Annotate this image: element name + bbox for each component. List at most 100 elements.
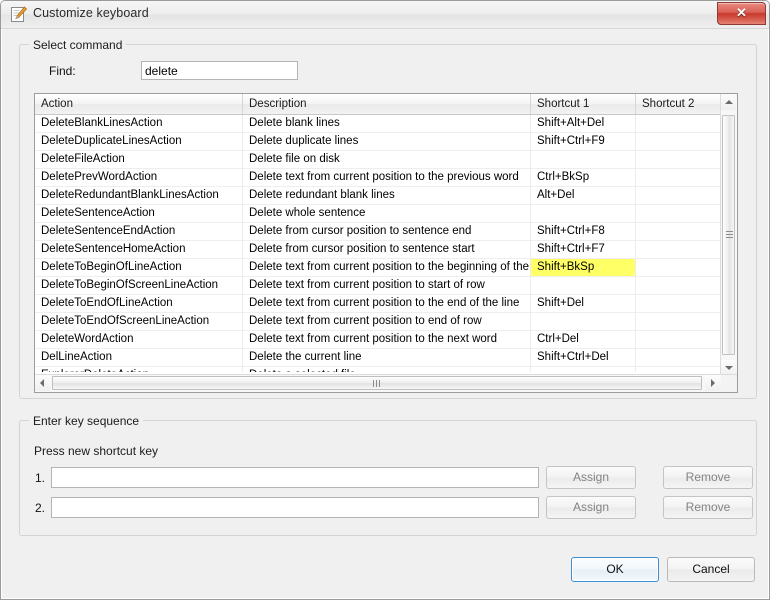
shortcut-2-input[interactable] — [51, 497, 539, 518]
table-row[interactable]: DelLineAction Delete the current line Shif… — [35, 349, 723, 367]
cell-description: Delete text from current position to the… — [243, 331, 531, 348]
remove-button-2[interactable]: Remove — [663, 496, 753, 519]
scroll-up-button[interactable] — [721, 94, 736, 110]
caret-right-icon — [711, 379, 715, 387]
cell-description: Delete text from current position to end… — [243, 313, 531, 330]
assign-button-2[interactable]: Assign — [546, 496, 636, 519]
vertical-scrollbar[interactable] — [720, 94, 737, 376]
customize-keyboard-dialog: Customize keyboard ✕ Select command Find… — [0, 0, 770, 600]
ok-button[interactable]: OK — [571, 557, 659, 582]
select-command-group-label: Select command — [29, 38, 127, 52]
cell-action: DeleteRedundantBlankLinesAction — [35, 187, 243, 204]
cell-action: DeleteToEndOfScreenLineAction — [35, 313, 243, 330]
table-row[interactable]: DeleteFileAction Delete file on disk — [35, 151, 723, 169]
cell-shortcut2 — [636, 205, 723, 222]
cell-description: Delete from cursor position to sentence … — [243, 241, 531, 258]
column-header-description[interactable]: Description — [243, 94, 531, 114]
table-row[interactable]: DeletePrevWordAction Delete text from cur… — [35, 169, 723, 187]
table-row[interactable]: DeleteBlankLinesAction Delete blank lines… — [35, 115, 723, 133]
cell-description: Delete whole sentence — [243, 205, 531, 222]
cell-description: Delete duplicate lines — [243, 133, 531, 150]
edit-note-icon — [10, 6, 28, 23]
cell-shortcut1 — [531, 151, 636, 168]
cell-shortcut1 — [531, 205, 636, 222]
cell-shortcut2 — [636, 241, 723, 258]
title-bar: Customize keyboard ✕ — [1, 1, 769, 29]
cell-shortcut2 — [636, 367, 723, 372]
find-input[interactable] — [141, 61, 298, 80]
cell-shortcut2 — [636, 151, 723, 168]
cell-shortcut1: Ctrl+BkSp — [531, 169, 636, 186]
cell-action: DeleteBlankLinesAction — [35, 115, 243, 132]
remove-button-1[interactable]: Remove — [663, 466, 753, 489]
close-icon: ✕ — [736, 5, 747, 20]
cell-shortcut2 — [636, 331, 723, 348]
table-row[interactable]: DeleteToBeginOfScreenLineAction Delete te… — [35, 277, 723, 295]
table-row[interactable]: DeleteToEndOfScreenLineAction Delete text… — [35, 313, 723, 331]
cell-description: Delete text from current position to sta… — [243, 277, 531, 294]
cell-description: Delete a selected file — [243, 367, 531, 372]
cell-shortcut1: Shift+Ctrl+F8 — [531, 223, 636, 240]
table-row[interactable]: DeleteWordAction Delete text from current… — [35, 331, 723, 349]
table-row[interactable]: DeleteToEndOfLineAction Delete text from … — [35, 295, 723, 313]
assign-button-1[interactable]: Assign — [546, 466, 636, 489]
cell-action: DeleteDuplicateLinesAction — [35, 133, 243, 150]
scroll-right-button[interactable] — [705, 375, 721, 391]
table-row[interactable]: DeleteSentenceEndAction Delete from curso… — [35, 223, 723, 241]
find-label: Find: — [49, 64, 76, 78]
table-row[interactable]: DeleteSentenceAction Delete whole sentenc… — [35, 205, 723, 223]
cell-action: DeleteFileAction — [35, 151, 243, 168]
cell-description: Delete file on disk — [243, 151, 531, 168]
horizontal-scrollbar-thumb[interactable] — [52, 376, 702, 390]
close-button[interactable]: ✕ — [717, 2, 766, 25]
press-new-shortcut-label: Press new shortcut key — [34, 444, 159, 458]
scrollbar-grip-icon — [726, 231, 733, 239]
enter-key-sequence-group-label: Enter key sequence — [29, 414, 144, 428]
cell-shortcut2 — [636, 349, 723, 366]
cell-description: Delete redundant blank lines — [243, 187, 531, 204]
cell-shortcut2 — [636, 187, 723, 204]
cell-shortcut2 — [636, 133, 723, 150]
column-header-action[interactable]: Action — [35, 94, 243, 114]
cell-description: Delete from cursor position to sentence … — [243, 223, 531, 240]
caret-left-icon — [40, 379, 44, 387]
cell-action: DeletePrevWordAction — [35, 169, 243, 186]
cell-action: DelLineAction — [35, 349, 243, 366]
scrollbar-corner — [721, 375, 737, 392]
cell-action: DeleteSentenceHomeAction — [35, 241, 243, 258]
cell-action: ExplorerDeleteAction — [35, 367, 243, 372]
cancel-button[interactable]: Cancel — [667, 557, 755, 582]
scroll-left-button[interactable] — [35, 375, 51, 391]
table-row[interactable]: ExplorerDeleteActionDelete a selected fi… — [35, 367, 723, 372]
caret-up-icon — [725, 100, 733, 104]
cell-description: Delete text from current position to the… — [243, 295, 531, 312]
table-row[interactable]: DeleteSentenceHomeAction Delete from curs… — [35, 241, 723, 259]
horizontal-scrollbar[interactable] — [35, 374, 737, 392]
table-row[interactable]: DeleteDuplicateLinesAction Delete duplica… — [35, 133, 723, 151]
cell-shortcut2 — [636, 313, 723, 330]
column-header-shortcut1[interactable]: Shortcut 1 — [531, 94, 636, 114]
cell-action: DeleteWordAction — [35, 331, 243, 348]
cell-action: DeleteToBeginOfScreenLineAction — [35, 277, 243, 294]
table-header-row: Action Description Shortcut 1 Shortcut 2 — [35, 94, 737, 115]
cell-shortcut1: Shift+Del — [531, 295, 636, 312]
cell-shortcut1: Shift+BkSp — [531, 259, 636, 276]
cell-shortcut1: Alt+Del — [531, 187, 636, 204]
sequence-1-number: 1. — [34, 471, 45, 485]
cell-action: DeleteSentenceAction — [35, 205, 243, 222]
cell-shortcut2 — [636, 259, 723, 276]
cell-shortcut2 — [636, 295, 723, 312]
shortcut-1-input[interactable] — [51, 467, 539, 488]
cell-shortcut1 — [531, 277, 636, 294]
cell-shortcut1: Shift+Ctrl+Del — [531, 349, 636, 366]
cell-shortcut1: Shift+Alt+Del — [531, 115, 636, 132]
cell-action: DeleteSentenceEndAction — [35, 223, 243, 240]
cell-shortcut2 — [636, 115, 723, 132]
cell-description: Delete text from current position to the… — [243, 169, 531, 186]
caret-down-icon — [725, 366, 733, 370]
cell-shortcut1: Shift+Ctrl+F7 — [531, 241, 636, 258]
table-row[interactable]: DeleteRedundantBlankLinesAction Delete re… — [35, 187, 723, 205]
cell-description: Delete text from current position to the… — [243, 259, 531, 276]
table-row[interactable]: DeleteToBeginOfLineAction Delete text fro… — [35, 259, 723, 277]
vertical-scrollbar-thumb[interactable] — [722, 115, 735, 355]
